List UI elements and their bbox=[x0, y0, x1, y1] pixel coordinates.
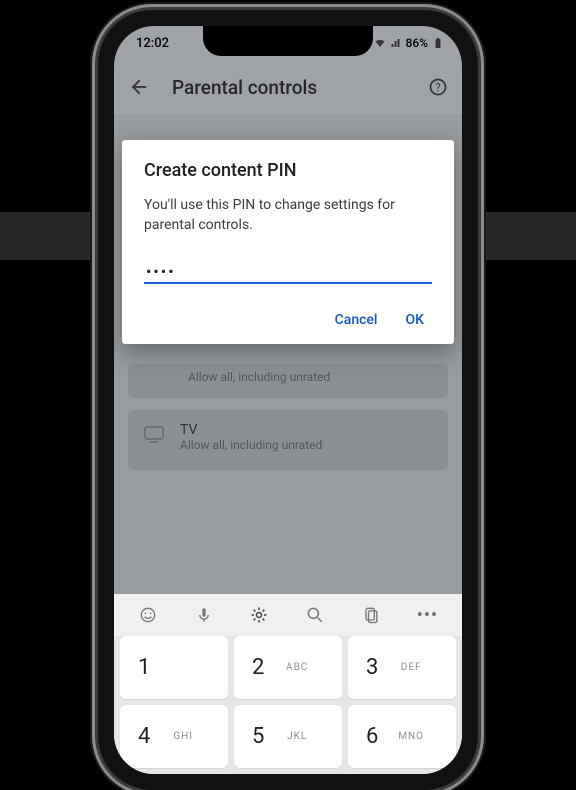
settings-button[interactable] bbox=[249, 605, 269, 625]
dialog-body: You'll use this PIN to change settings f… bbox=[144, 195, 432, 236]
clipboard-icon bbox=[361, 605, 381, 625]
key-1-digit: 1 bbox=[138, 655, 150, 680]
emoji-icon bbox=[138, 605, 158, 625]
key-1[interactable]: 1 bbox=[120, 636, 228, 699]
key-4-digit: 4 bbox=[138, 724, 150, 749]
more-button[interactable]: ••• bbox=[417, 605, 438, 626]
numeric-keyboard: ••• 1 2ABC 3DEF 4GHI 5JKL 6MNO bbox=[114, 594, 462, 774]
clipboard-button[interactable] bbox=[361, 605, 381, 625]
key-2-letters: ABC bbox=[264, 662, 330, 673]
battery-icon bbox=[432, 37, 444, 49]
tv-icon bbox=[142, 422, 166, 446]
key-6-letters: MNO bbox=[378, 731, 444, 742]
tv-subtitle: Allow all, including unrated bbox=[180, 438, 322, 452]
list-item-apps[interactable]: Allow all, including unrated bbox=[128, 364, 448, 398]
key-4[interactable]: 4GHI bbox=[120, 705, 228, 768]
help-button[interactable]: ? bbox=[428, 77, 448, 97]
list-item-tv[interactable]: TV Allow all, including unrated bbox=[128, 410, 448, 470]
phone-screen: 12:02 86% Parental controls ? Allow all,… bbox=[114, 26, 462, 774]
wifi-icon bbox=[374, 37, 386, 49]
key-4-letters: GHI bbox=[150, 731, 216, 742]
app-bar: Parental controls ? bbox=[114, 60, 462, 114]
phone-notch bbox=[203, 26, 373, 56]
status-time: 12:02 bbox=[136, 36, 169, 51]
gear-icon bbox=[249, 605, 269, 625]
pin-input[interactable]: •••• bbox=[144, 258, 432, 284]
dialog-title: Create content PIN bbox=[144, 160, 432, 181]
key-2-digit: 2 bbox=[252, 655, 264, 680]
key-6-digit: 6 bbox=[366, 724, 378, 749]
key-2[interactable]: 2ABC bbox=[234, 636, 342, 699]
back-arrow-icon bbox=[128, 76, 150, 98]
key-5-digit: 5 bbox=[252, 724, 264, 749]
emoji-button[interactable] bbox=[138, 605, 158, 625]
key-6[interactable]: 6MNO bbox=[348, 705, 456, 768]
page-title: Parental controls bbox=[172, 76, 406, 99]
phone-frame: 12:02 86% Parental controls ? Allow all,… bbox=[98, 10, 478, 790]
dialog-actions: Cancel OK bbox=[144, 308, 432, 334]
ok-button[interactable]: OK bbox=[406, 312, 425, 328]
keyboard-toolbar: ••• bbox=[114, 594, 462, 636]
help-icon: ? bbox=[428, 77, 448, 97]
keypad-grid: 1 2ABC 3DEF 4GHI 5JKL 6MNO bbox=[114, 636, 462, 774]
cancel-button[interactable]: Cancel bbox=[335, 312, 378, 328]
key-3[interactable]: 3DEF bbox=[348, 636, 456, 699]
key-3-digit: 3 bbox=[366, 655, 378, 680]
mic-icon bbox=[194, 605, 214, 625]
voice-button[interactable] bbox=[194, 605, 214, 625]
status-battery: 86% bbox=[406, 36, 428, 50]
apps-subtitle: Allow all, including unrated bbox=[188, 370, 330, 384]
key-3-letters: DEF bbox=[378, 662, 444, 673]
key-5[interactable]: 5JKL bbox=[234, 705, 342, 768]
svg-text:?: ? bbox=[435, 81, 440, 94]
tv-label: TV bbox=[180, 422, 322, 438]
back-button[interactable] bbox=[128, 76, 150, 98]
signal-icon bbox=[390, 37, 402, 49]
create-pin-dialog: Create content PIN You'll use this PIN t… bbox=[122, 140, 454, 344]
key-5-letters: JKL bbox=[264, 731, 330, 742]
search-button[interactable] bbox=[305, 605, 325, 625]
search-icon bbox=[305, 605, 325, 625]
